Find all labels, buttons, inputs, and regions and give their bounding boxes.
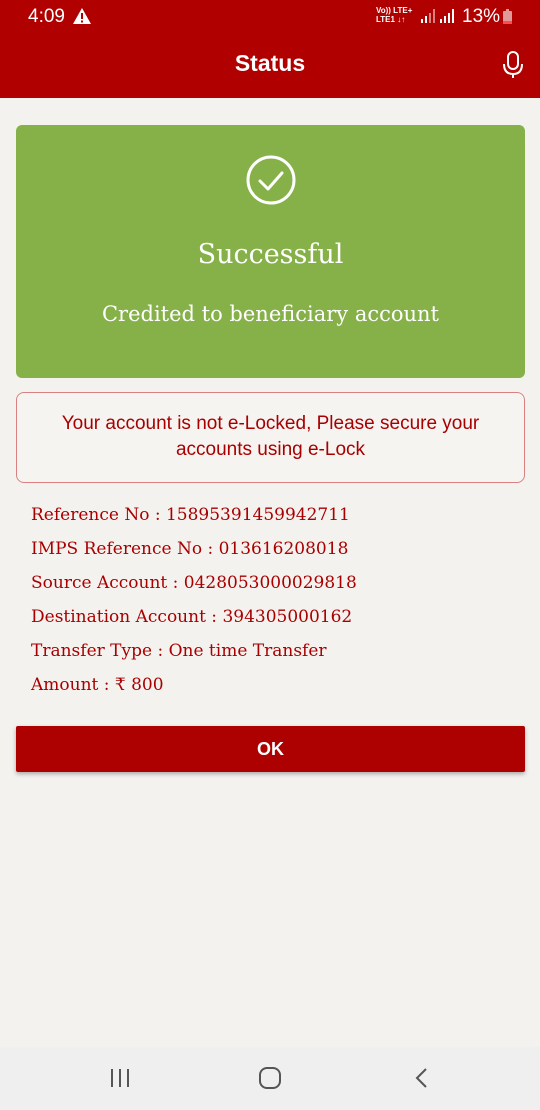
- home-icon[interactable]: [258, 1066, 282, 1090]
- detail-row: Destination Account : 394305000162: [31, 607, 353, 627]
- detail-row: Amount : ₹ 800: [31, 675, 164, 695]
- screen: 4:09 Vo)) LTE+ LTE1 ↓↑ 13% Status Succes…: [0, 0, 540, 1110]
- recent-apps-icon[interactable]: [108, 1067, 132, 1089]
- status-time: 4:09: [28, 6, 65, 27]
- page-title: Status: [234, 50, 306, 76]
- network-indicator: Vo)) LTE+ LTE1 ↓↑: [376, 6, 413, 24]
- success-subtitle: Credited to beneficiary account: [101, 302, 439, 326]
- battery-percent: 13%: [462, 6, 501, 27]
- detail-row: IMPS Reference No : 013616208018: [31, 539, 349, 559]
- microphone-icon[interactable]: [500, 50, 526, 80]
- detail-row: Reference No : 15895391459942711: [31, 505, 350, 525]
- signal-icon: [421, 9, 435, 23]
- elock-warning: Your account is not e-Locked, Please sec…: [16, 392, 525, 483]
- check-circle-icon: [246, 155, 296, 205]
- battery-icon: [503, 9, 512, 24]
- success-title: Successful: [197, 239, 344, 270]
- alert-icon: [73, 8, 91, 24]
- detail-row: Transfer Type : One time Transfer: [31, 641, 327, 661]
- detail-row: Source Account : 0428053000029818: [31, 573, 357, 593]
- signal-icon: [440, 9, 454, 23]
- transaction-details: Reference No : 15895391459942711 IMPS Re…: [31, 504, 511, 708]
- navigation-bar: [0, 1047, 540, 1110]
- status-bar: 4:09 Vo)) LTE+ LTE1 ↓↑ 13%: [0, 0, 540, 34]
- app-bar: Status: [0, 34, 540, 98]
- ok-button[interactable]: OK: [16, 726, 525, 772]
- back-icon[interactable]: [412, 1066, 432, 1090]
- success-card: Successful Credited to beneficiary accou…: [16, 125, 525, 378]
